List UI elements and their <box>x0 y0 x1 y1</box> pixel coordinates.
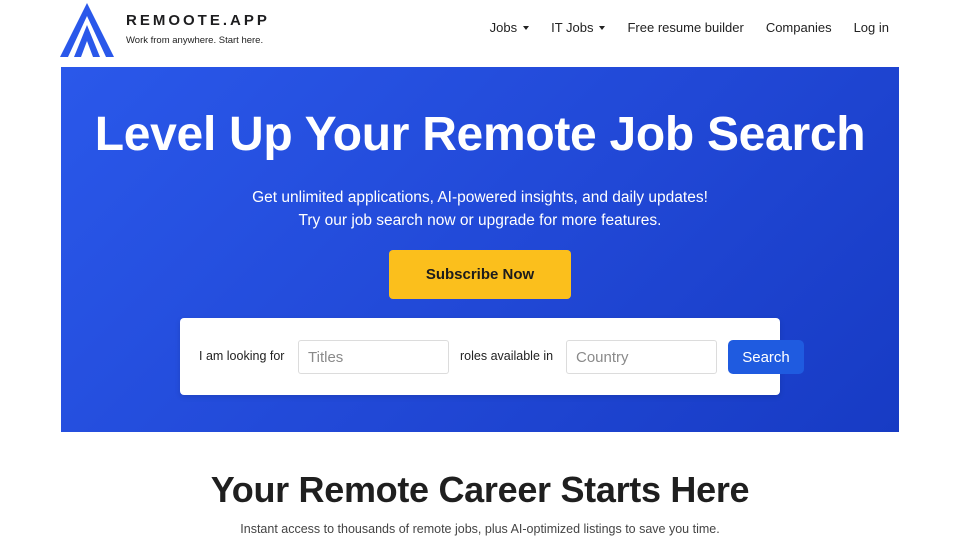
caret-down-icon <box>599 25 606 30</box>
mountain-peak-logo-icon[interactable] <box>60 3 114 57</box>
nav-item-login[interactable]: Log in <box>854 20 889 35</box>
site-header: REMOOTE.APP Work from anywhere. Start he… <box>0 0 960 67</box>
looking-for-label: I am looking for <box>199 349 285 363</box>
section-subtitle: Instant access to thousands of remote jo… <box>240 522 720 536</box>
nav-item-resume-builder[interactable]: Free resume builder <box>627 20 743 35</box>
job-search-form: I am looking for roles available in Sear… <box>180 318 804 395</box>
subscribe-button[interactable]: Subscribe Now <box>389 250 571 299</box>
nav-item-label: IT Jobs <box>551 20 594 35</box>
search-button[interactable]: Search <box>728 340 804 374</box>
brand-name: REMOOTE.APP <box>126 12 270 29</box>
nav-item-it-jobs[interactable]: IT Jobs <box>551 20 606 35</box>
caret-down-icon <box>523 25 530 30</box>
main-nav: Jobs IT Jobs Free resume builder Compani… <box>490 20 889 35</box>
hero-subtitle-line-2: Try our job search now or upgrade for mo… <box>298 212 662 229</box>
nav-item-label: Jobs <box>489 20 518 35</box>
hero-subtitle-line-1: Get unlimited applications, AI-powered i… <box>252 189 708 206</box>
hero-title: Level Up Your Remote Job Search <box>94 108 866 161</box>
brand-tagline: Work from anywhere. Start here. <box>126 35 264 46</box>
hero-banner: Level Up Your Remote Job Search Get unli… <box>61 67 899 432</box>
brand[interactable]: REMOOTE.APP Work from anywhere. Start he… <box>126 12 270 46</box>
nav-item-label: Free resume builder <box>627 20 744 35</box>
hero-subtitle: Get unlimited applications, AI-powered i… <box>61 186 899 232</box>
titles-input[interactable] <box>298 340 449 374</box>
section-title: Your Remote Career Starts Here <box>210 469 750 510</box>
nav-item-label: Companies <box>765 20 832 35</box>
roles-available-label: roles available in <box>460 349 554 363</box>
nav-item-label: Log in <box>853 20 889 35</box>
nav-item-companies[interactable]: Companies <box>766 20 832 35</box>
country-input[interactable] <box>566 340 717 374</box>
nav-item-jobs[interactable]: Jobs <box>489 20 530 35</box>
